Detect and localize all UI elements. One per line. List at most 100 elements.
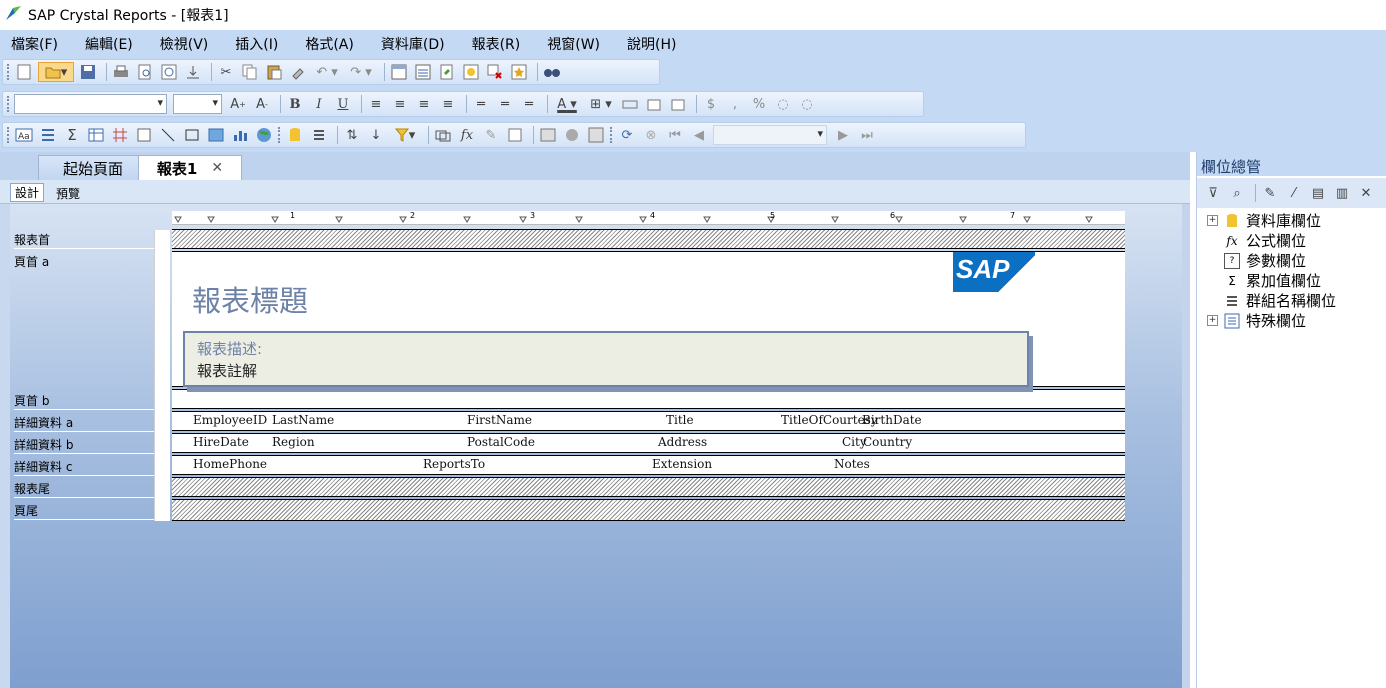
find-icon[interactable] [542,62,562,82]
field-first-name[interactable]: FirstName [467,413,532,427]
field-hire-date[interactable]: HireDate [193,435,249,449]
filter-icon[interactable]: ▾ [390,125,420,145]
tree-formula-fields[interactable]: fx 公式欄位 [1224,230,1306,251]
field-notes[interactable]: Notes [834,457,870,471]
insert-subreport-icon-2[interactable] [134,125,154,145]
section-label-page-header-a[interactable]: 頁首 a [14,253,154,270]
export-icon[interactable] [183,62,203,82]
menu-help[interactable]: 說明(H) [624,34,679,54]
insert-map-icon[interactable] [254,125,274,145]
insert-group-icon[interactable] [38,125,58,145]
field-last-name[interactable]: LastName [272,413,334,427]
align-right-icon[interactable]: ≡ [414,94,434,114]
report-comments-field[interactable]: 報表註解 [197,360,257,381]
redo-icon[interactable]: ↷ ▾ [346,62,376,82]
refresh-icon[interactable]: ⟳ [617,125,637,145]
section-label-page-header-b[interactable]: 頁首 b [14,392,154,410]
expand-icon-2[interactable]: + [1207,315,1218,326]
preview-icon[interactable] [159,62,179,82]
new-icon[interactable] [14,62,34,82]
decrease-decimal-icon[interactable]: ◌ [797,94,817,114]
field-reports-to[interactable]: ReportsTo [423,457,485,471]
edit-field-icon[interactable]: ⁄ [1284,183,1304,203]
save-icon[interactable] [78,62,98,82]
delete-field-icon[interactable]: ✕ [1356,183,1376,203]
insert-text-icon[interactable]: Aa [14,125,34,145]
section-label-details-a[interactable]: 詳細資料 a [14,414,154,432]
menu-edit[interactable]: 編輯(E) [82,34,136,54]
print-icon[interactable] [111,62,131,82]
undo-icon[interactable]: ↶ ▾ [312,62,342,82]
section-label-report-footer[interactable]: 報表尾 [14,480,154,498]
border-icon[interactable]: ⊞ ▾ [586,94,616,114]
field-country[interactable]: Country [863,435,912,449]
insert-picture-icon[interactable] [206,125,226,145]
align-center-icon[interactable]: ≡ [390,94,410,114]
browse-data-icon[interactable]: ⌕ [1227,183,1247,203]
increase-font-icon[interactable]: A + [228,94,248,114]
menu-view[interactable]: 檢視(V) [157,34,212,54]
underline-icon[interactable]: U [333,94,353,114]
tree-parameter-fields[interactable]: ? 參數欄位 [1224,250,1306,271]
stop-icon[interactable]: ⊗ [641,125,661,145]
italic-icon[interactable]: I [309,94,329,114]
rename-field-icon[interactable]: ▥ [1332,183,1352,203]
paste-icon[interactable] [264,62,284,82]
field-birth-date[interactable]: BirthDate [862,413,922,427]
first-page-icon[interactable]: ⏮ [665,125,685,145]
last-page-icon[interactable]: ⏭ [857,125,877,145]
tree-database-fields[interactable]: + 資料庫欄位 [1207,210,1321,231]
font-name-combo[interactable] [14,94,167,114]
database-fields-icon[interactable] [285,125,305,145]
thousands-icon[interactable]: , [725,94,745,114]
align-middle-icon[interactable]: ═ [495,94,515,114]
tab-start-page[interactable]: 起始頁面 [38,155,148,180]
page-number-field[interactable] [713,125,827,145]
band-report-header[interactable] [172,229,1125,249]
previous-page-icon[interactable]: ◀ [689,125,709,145]
lock-format-icon[interactable] [644,94,664,114]
expand-icon[interactable]: + [1207,215,1218,226]
tab-design[interactable]: 設計 [10,183,45,202]
field-region[interactable]: Region [272,435,315,449]
tree-group-name-fields[interactable]: 群組名稱欄位 [1224,290,1336,311]
insert-box-icon[interactable] [182,125,202,145]
dependency-checker-icon[interactable] [586,125,606,145]
justify-icon[interactable]: ≡ [438,94,458,114]
section-expert-icon[interactable] [509,62,529,82]
report-title-field[interactable]: 報表標題 [192,278,308,320]
close-tab-icon[interactable]: ✕ [211,160,223,176]
sap-logo[interactable]: SAP [953,252,1035,292]
group-tree-icon[interactable] [309,125,329,145]
insert-crosstab-icon[interactable] [86,125,106,145]
insert-olap-icon[interactable] [110,125,130,145]
new-field-icon[interactable]: ✎ [1260,183,1280,203]
tree-running-total-fields[interactable]: Σ 累加值欄位 [1224,270,1321,291]
toggle-field-view-icon[interactable] [389,62,409,82]
currency-icon[interactable]: $ [701,94,721,114]
select-expert-icon[interactable] [485,62,505,82]
tab-report1[interactable]: 報表1 ✕ [138,155,242,180]
increase-decimal-icon[interactable]: ◌ [773,94,793,114]
menu-window[interactable]: 視窗(W) [544,34,603,54]
insert-subreport-icon[interactable] [437,62,457,82]
insert-summary-icon[interactable]: Σ [62,125,82,145]
section-label-details-c[interactable]: 詳細資料 c [14,458,154,476]
field-extension[interactable]: Extension [652,457,712,471]
section-label-page-footer[interactable]: 頁尾 [14,502,154,520]
align-left-icon[interactable]: ≡ [366,94,386,114]
decrease-font-icon[interactable]: A- [252,94,272,114]
field-address[interactable]: Address [658,435,707,449]
font-size-combo[interactable] [173,94,222,114]
field-title[interactable]: Title [666,413,694,427]
report-description-box[interactable]: 報表描述: 報表註解 [183,331,1029,387]
section-label-report-header[interactable]: 報表首 [14,231,154,249]
band-page-header-b[interactable] [172,389,1125,409]
band-page-footer[interactable] [172,499,1125,521]
percent-icon[interactable]: % [749,94,769,114]
menu-file[interactable]: 檔案(F) [8,34,61,54]
insert-chart-icon[interactable] [230,125,250,145]
link-icon[interactable] [433,125,453,145]
format-painter-icon[interactable] [288,62,308,82]
duplicate-field-icon[interactable]: ▤ [1308,183,1328,203]
